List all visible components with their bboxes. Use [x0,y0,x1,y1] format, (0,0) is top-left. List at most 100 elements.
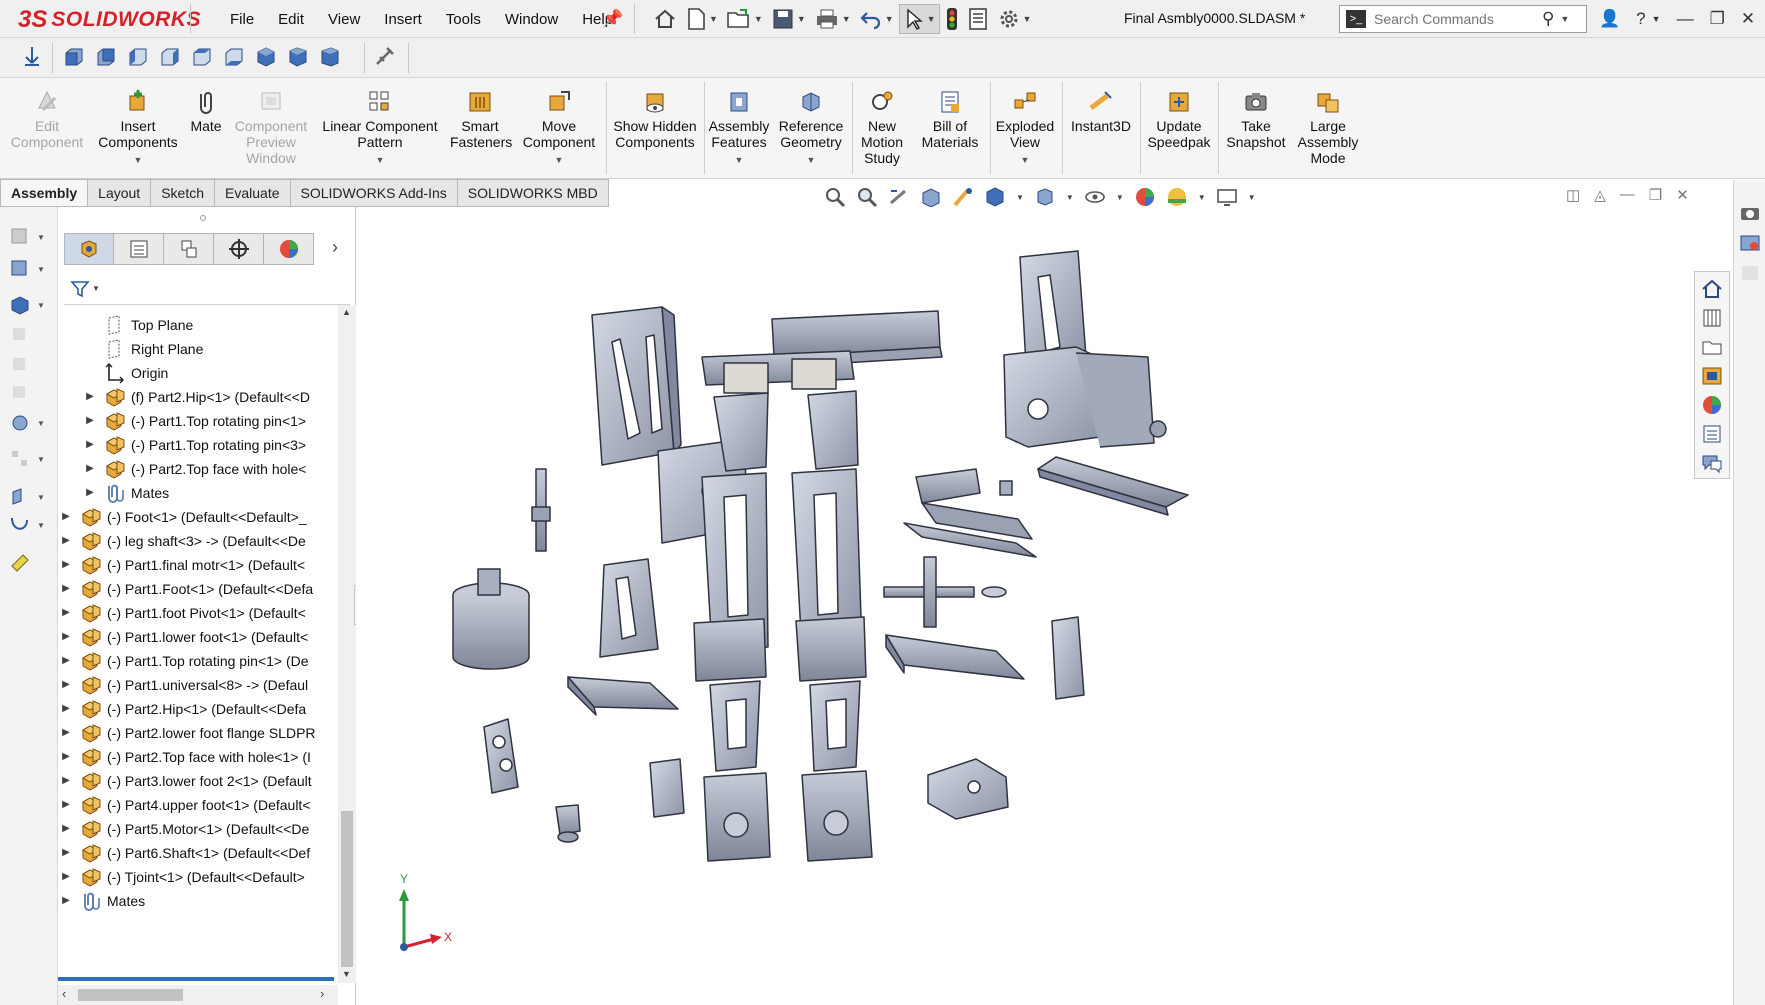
tree-row[interactable]: ▶ (-) Part5.Motor<1> (Default<<De [60,815,309,842]
new-document-button[interactable]: ▼ [682,4,721,34]
menu-file[interactable]: File [218,11,266,28]
instant3d-button[interactable]: Instant3D [1064,78,1138,178]
design-library-icon[interactable] [1701,307,1723,329]
minimize-icon[interactable]: — [1672,9,1699,29]
file-properties-button[interactable] [964,4,992,34]
undo-button[interactable]: ▼ [856,4,897,34]
part-bracket-right-upper[interactable] [903,468,1037,558]
tab-display-manager[interactable] [264,233,314,265]
update-speedpak-button[interactable]: Update Speedpak [1142,78,1216,178]
viewport-minimize-icon[interactable]: — [1620,186,1635,204]
scroll-up-icon[interactable]: ▲ [342,307,351,317]
trimetric-view-icon[interactable] [286,45,310,69]
tree-row[interactable]: ▶ (-) Part2.Hip<1> (Default<<Defa [60,695,306,722]
appearances-scenes-icon[interactable] [1701,394,1723,416]
part-channel-left[interactable] [567,676,679,716]
help-dropdown-icon[interactable]: ▼ [1647,14,1666,24]
left-tool-10[interactable]: ▼ [9,513,49,537]
tree-row[interactable]: ▶ (-) Part2.Top face with hole<1> (I [60,743,311,770]
tree-row[interactable]: ▶ Mates [60,887,145,914]
insert-components-button[interactable]: Insert Components ▼ [92,78,184,178]
solidworks-resources-home-icon[interactable] [1701,278,1723,300]
tab-assembly[interactable]: Assembly [0,179,89,207]
expand-arrow-icon[interactable]: ▶ [60,655,72,666]
part-pin[interactable] [531,468,551,552]
expand-arrow-icon[interactable]: ▶ [60,823,72,834]
graphics-area[interactable]: Y X [356,207,1733,1005]
record-view-icon[interactable] [1739,232,1761,254]
left-tool-1[interactable]: ▼ [9,225,49,249]
panel-splitter-handle[interactable] [200,215,206,221]
mate-button[interactable]: Mate [186,78,226,178]
tree-row[interactable]: ▶ (-) Foot<1> (Default<<Default>_ [60,503,307,530]
front-view-icon[interactable] [62,45,86,69]
left-view-icon[interactable] [126,45,150,69]
tile-left-icon[interactable]: ◫ [1566,186,1580,204]
right-view-icon[interactable] [158,45,182,69]
apply-scene-dropdown-icon[interactable]: ▼ [1198,193,1206,202]
new-motion-study-button[interactable]: New Motion Study [854,78,910,178]
tree-horizontal-scrollbar[interactable]: ‹ › [58,985,338,1005]
expand-arrow-icon[interactable]: ▶ [60,871,72,882]
forum-icon[interactable] [1701,452,1723,474]
menu-edit[interactable]: Edit [266,11,316,28]
expand-arrow-icon[interactable]: ▶ [60,511,72,522]
tree-scroll-thumb[interactable] [341,811,353,967]
tree-row[interactable]: Top Plane [84,311,193,338]
tree-row[interactable]: ▶ (-) Part1.Top rotating pin<1> [84,407,306,434]
filter-icon[interactable]: ▼ [70,279,100,299]
expand-arrow-icon[interactable]: ▶ [60,847,72,858]
top-view-icon[interactable] [190,45,214,69]
assembly-model-canvas[interactable]: Y X [356,207,1733,1005]
solidworks-logo[interactable]: 3S SOLIDWORKS [18,6,201,34]
part-bracket-bottom-left[interactable] [483,718,519,794]
part-vertical-bracket[interactable] [1051,616,1085,700]
expand-arrow-icon[interactable]: ▶ [60,535,72,546]
part-cylinder-motor[interactable] [452,568,530,670]
edit-component-button[interactable]: Edit Component [6,78,88,178]
left-tool-8[interactable]: ▼ [9,447,49,471]
tab-solidworks-mbd[interactable]: SOLIDWORKS MBD [457,179,609,207]
tree-row[interactable]: ▶ (-) Part6.Shaft<1> (Default<<Def [60,839,310,866]
file-explorer-icon[interactable] [1701,336,1723,358]
menu-view[interactable]: View [316,11,372,28]
view-palette-icon[interactable] [1701,365,1723,387]
move-component-button[interactable]: Move Component ▼ [516,78,602,178]
tree-row[interactable]: ▶ (-) Part1.Top rotating pin<1> (De [60,647,309,674]
expand-arrow-icon[interactable]: ▶ [60,607,72,618]
reference-geometry-button[interactable]: Reference Geometry ▼ [776,78,846,178]
pin-menu-icon[interactable]: 📌 [602,9,623,29]
part-hip-top[interactable] [701,350,855,394]
expand-arrow-icon[interactable]: ▶ [60,559,72,570]
rebuild-button[interactable] [942,4,962,34]
left-tool-3[interactable]: ▼ [9,293,49,317]
expand-arrow-icon[interactable]: ▶ [84,487,96,498]
dimetric-view-icon[interactable] [318,45,342,69]
tab-evaluate[interactable]: Evaluate [215,179,291,207]
left-tool-2[interactable]: ▼ [9,257,49,281]
large-assembly-mode-button[interactable]: Large Assembly Mode [1292,78,1364,178]
exploded-view-button[interactable]: Exploded View ▼ [992,78,1058,178]
close-icon[interactable]: ✕ [1736,9,1760,29]
save-button[interactable]: ▼ [768,4,809,34]
scroll-right-icon[interactable]: › [320,986,324,1001]
tree-row[interactable]: ▶ (-) Part3.lower foot 2<1> (Default [60,767,312,794]
tree-row[interactable]: ▶ (-) Part1.Foot<1> (Default<<Defa [60,575,313,602]
tab-layout[interactable]: Layout [88,179,152,207]
expand-arrow-icon[interactable]: ▶ [60,727,72,738]
tab-feature-manager-tree[interactable] [64,233,114,265]
select-button[interactable]: ▼ [898,4,940,34]
left-tool-9[interactable]: ▼ [9,485,49,509]
move-component-dropdown-icon[interactable]: ▼ [555,152,564,168]
tree-row[interactable]: ▶ (-) Part2.Top face with hole< [84,455,306,482]
menu-window[interactable]: Window [493,11,570,28]
menu-insert[interactable]: Insert [372,11,434,28]
left-tool-5[interactable] [9,353,49,377]
tree-row[interactable]: ▶ (-) Part1.Top rotating pin<3> [84,431,306,458]
part-clevis-bracket[interactable] [927,758,1009,820]
tree-row[interactable]: Origin [84,359,168,386]
show-hidden-components-button[interactable]: Show Hidden Components [610,78,700,178]
tree-row[interactable]: ▶ (-) Part2.lower foot flange SLDPR [60,719,316,746]
scroll-left-icon[interactable]: ‹ [62,986,66,1001]
part-bushing[interactable] [555,804,581,843]
